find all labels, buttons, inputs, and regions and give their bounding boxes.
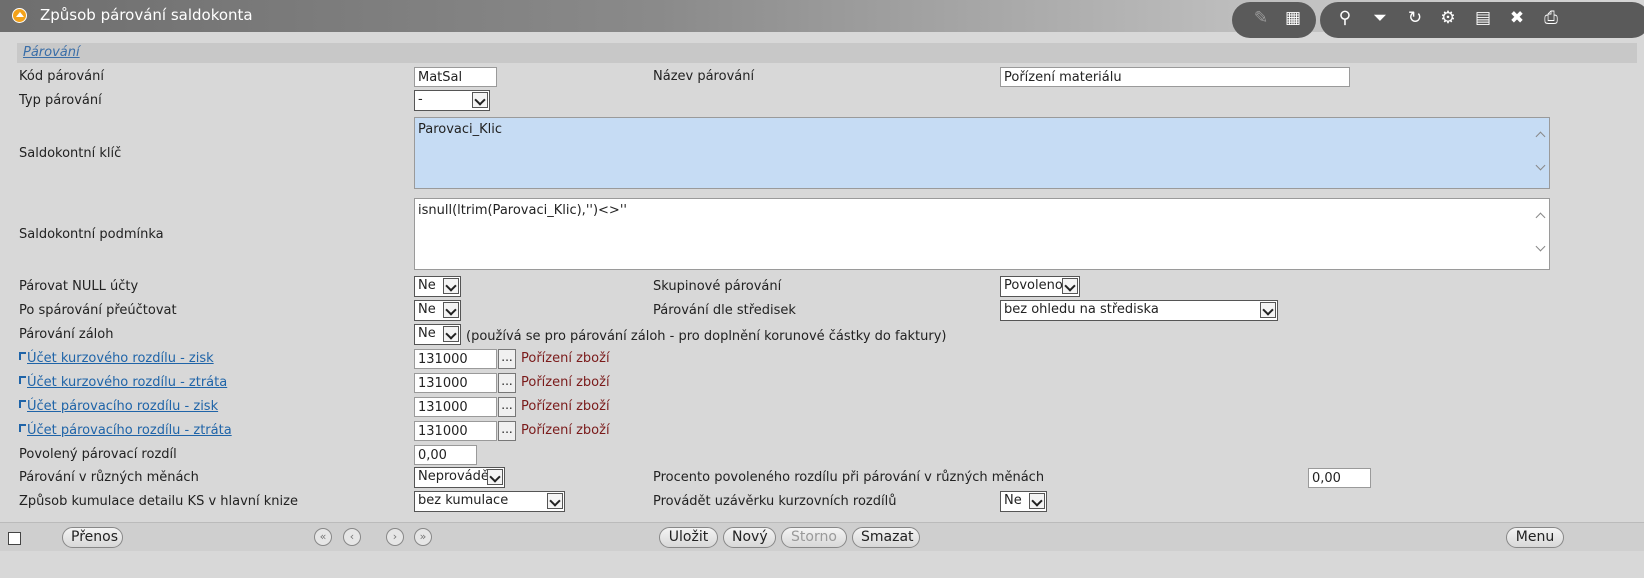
section-link-parovani[interactable]: Párování <box>23 45 80 60</box>
chevron-down-icon <box>472 92 488 108</box>
chevron-down-icon <box>1062 278 1078 294</box>
null-select[interactable]: Ne <box>414 276 461 297</box>
account-link-kurz-ztrata[interactable]: Účet kurzového rozdílu - ztráta <box>19 375 227 390</box>
klic-scrollbar[interactable] <box>1533 119 1548 187</box>
chevron-down-icon <box>1260 302 1276 318</box>
podminka-textarea[interactable]: isnull(ltrim(Parovaci_Klic),'')<>'' <box>414 198 1550 270</box>
new-button[interactable]: Nový <box>723 527 776 548</box>
skup-label: Skupinové párování <box>653 279 782 294</box>
print-icon[interactable]: ⎙ <box>1540 8 1562 28</box>
last-record-button[interactable]: » <box>414 528 432 546</box>
account-name: Pořízení zboží <box>521 399 610 414</box>
first-record-button[interactable]: « <box>314 528 332 546</box>
account-browse-button[interactable]: ... <box>498 397 516 417</box>
preuct-select[interactable]: Ne <box>414 300 461 321</box>
user-settings-icon[interactable]: ⚙ <box>1437 8 1459 28</box>
typ-label: Typ párování <box>19 93 102 108</box>
account-link-par-zisk[interactable]: Účet párovacího rozdílu - zisk <box>19 399 218 414</box>
account-link-par-ztrata[interactable]: Účet párovacího rozdílu - ztráta <box>19 423 232 438</box>
excel-icon[interactable]: ✖ <box>1506 8 1528 28</box>
zaloh-label: Párování záloh <box>19 327 114 342</box>
skup-select[interactable]: Povoleno <box>1000 276 1080 297</box>
nazev-input[interactable]: Pořízení materiálu <box>1000 67 1350 87</box>
document-icon[interactable]: ▤ <box>1472 8 1494 28</box>
account-name: Pořízení zboží <box>521 423 610 438</box>
account-name: Pořízení zboží <box>521 375 610 390</box>
window-title: Způsob párování saldokonta <box>40 6 253 24</box>
next-record-button[interactable]: › <box>386 528 404 546</box>
chevron-down-icon <box>443 278 459 294</box>
klic-textarea-value: Parovaci_Klic <box>418 122 503 137</box>
chevron-down-icon <box>443 302 459 318</box>
null-label: Párovat NULL účty <box>19 279 139 294</box>
account-browse-button[interactable]: ... <box>498 421 516 441</box>
nazev-label: Název párování <box>653 69 755 84</box>
section-header: Párování <box>17 43 1637 63</box>
podminka-scrollbar[interactable] <box>1533 200 1548 268</box>
podminka-textarea-value: isnull(ltrim(Parovaci_Klic),'')<>'' <box>418 203 627 218</box>
kod-label: Kód párování <box>19 69 104 84</box>
refresh-icon[interactable]: ↻ <box>1404 8 1426 28</box>
kumul-select-value: bez kumulace <box>418 493 509 508</box>
table-icon[interactable]: ▦ <box>1282 8 1304 28</box>
chevron-down-icon <box>487 469 503 485</box>
stred-label: Párování dle středisek <box>653 303 796 318</box>
account-browse-button[interactable]: ... <box>498 373 516 393</box>
chevron-down-icon <box>547 493 563 509</box>
povol-input[interactable]: 0,00 <box>414 445 477 465</box>
account-input-kurz-ztrata[interactable]: 131000 <box>414 373 497 393</box>
meny-label: Párování v různých měnách <box>19 470 199 485</box>
klic-textarea[interactable]: Parovaci_Klic <box>414 117 1550 189</box>
account-input-par-zisk[interactable]: 131000 <box>414 397 497 417</box>
stred-select[interactable]: bez ohledu na střediska <box>1000 300 1278 321</box>
account-link-label[interactable]: Účet párovacího rozdílu - ztráta <box>27 423 232 438</box>
procento-label: Procento povoleného rozdílu při párování… <box>653 470 1045 485</box>
account-browse-button[interactable]: ... <box>498 349 516 369</box>
menu-button[interactable]: Menu <box>1506 527 1564 548</box>
search-icon[interactable]: ⚲ <box>1334 8 1356 28</box>
podminka-label: Saldokontní podmínka <box>19 227 164 242</box>
povol-label: Povolený párovací rozdíl <box>19 447 177 462</box>
account-link-label[interactable]: Účet kurzového rozdílu - ztráta <box>27 375 227 390</box>
meny-select-value: Neprovádět <box>418 469 494 484</box>
title-bar: Způsob párování saldokonta ✎ ▦ ⚲ ⏷ ↻ ⚙ ▤ ✖ ⎙ <box>0 0 1644 38</box>
select-checkbox[interactable] <box>8 532 21 545</box>
account-link-label[interactable]: Účet kurzového rozdílu - zisk <box>27 351 214 366</box>
typ-select-value: - <box>418 92 423 107</box>
edit-icon[interactable]: ✎ <box>1250 8 1272 28</box>
bottom-bar: Přenos « ‹ › » Uložit Nový Storno Smazat… <box>0 522 1644 551</box>
meny-select[interactable]: Neprovádět <box>414 467 505 488</box>
zaloh-select-value: Ne <box>418 326 436 341</box>
storno-button[interactable]: Storno <box>781 527 847 548</box>
kod-input[interactable]: MatSal <box>414 67 497 87</box>
uzav-select-value: Ne <box>1004 493 1022 508</box>
uzav-label: Provádět uzávěrku kurzovních rozdílů <box>653 494 897 509</box>
save-button[interactable]: Uložit <box>659 527 718 548</box>
account-link-label[interactable]: Účet párovacího rozdílu - zisk <box>27 399 218 414</box>
zaloh-note: (používá se pro párování záloh - pro dop… <box>466 329 947 344</box>
stred-select-value: bez ohledu na střediska <box>1004 302 1159 317</box>
zaloh-select[interactable]: Ne <box>414 324 461 345</box>
account-input-kurz-zisk[interactable]: 131000 <box>414 349 497 369</box>
chevron-down-icon <box>443 326 459 342</box>
chevron-down-icon <box>1029 493 1045 509</box>
null-select-value: Ne <box>418 278 436 293</box>
preuct-select-value: Ne <box>418 302 436 317</box>
prev-record-button[interactable]: ‹ <box>343 528 361 546</box>
delete-button[interactable]: Smazat <box>852 527 920 548</box>
preuct-label: Po spárování přeúčtovat <box>19 303 177 318</box>
account-link-kurz-zisk[interactable]: Účet kurzového rozdílu - zisk <box>19 351 214 366</box>
procento-input[interactable]: 0,00 <box>1308 468 1371 488</box>
skup-select-value: Povoleno <box>1004 278 1063 293</box>
collapse-icon[interactable] <box>12 8 27 23</box>
uzav-select[interactable]: Ne <box>1000 491 1047 512</box>
kumul-select[interactable]: bez kumulace <box>414 491 565 512</box>
kumul-label: Způsob kumulace detailu KS v hlavní kniz… <box>19 494 298 509</box>
klic-label: Saldokontní klíč <box>19 146 122 161</box>
typ-select[interactable]: - <box>414 90 490 111</box>
prenos-button[interactable]: Přenos <box>62 527 123 548</box>
account-input-par-ztrata[interactable]: 131000 <box>414 421 497 441</box>
filter-icon[interactable]: ⏷ <box>1369 8 1391 28</box>
account-name: Pořízení zboží <box>521 351 610 366</box>
